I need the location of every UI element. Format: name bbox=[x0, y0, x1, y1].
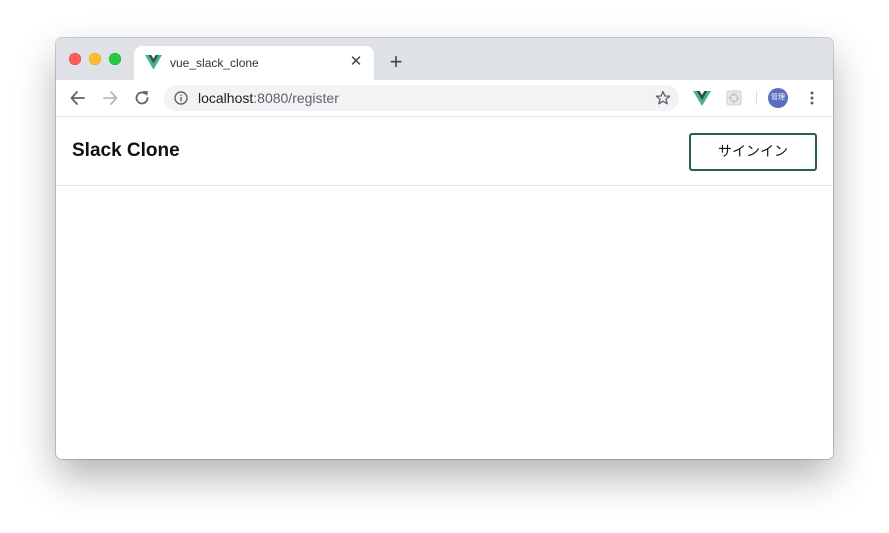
vue-devtools-icon[interactable] bbox=[693, 89, 711, 107]
info-icon[interactable] bbox=[174, 91, 188, 105]
url-text: localhost:8080/register bbox=[198, 90, 339, 106]
tab-title: vue_slack_clone bbox=[170, 56, 259, 70]
url-path: :8080/register bbox=[253, 90, 339, 106]
browser-tab[interactable]: vue_slack_clone ✕ bbox=[134, 46, 374, 80]
back-arrow-icon[interactable] bbox=[68, 88, 88, 108]
zoom-window-button[interactable] bbox=[109, 53, 121, 65]
close-window-button[interactable] bbox=[69, 53, 81, 65]
more-vert-icon[interactable] bbox=[804, 89, 820, 107]
profile-avatar[interactable]: 管理 bbox=[768, 88, 788, 108]
browser-toolbar: localhost:8080/register 管理 bbox=[56, 80, 833, 117]
page-content: Slack Clone サインイン bbox=[56, 117, 833, 459]
app-header: Slack Clone サインイン bbox=[56, 117, 833, 186]
brand-title[interactable]: Slack Clone bbox=[72, 140, 180, 162]
extension-icon[interactable] bbox=[725, 89, 743, 107]
toolbar-divider bbox=[756, 91, 757, 105]
close-tab-icon[interactable]: ✕ bbox=[348, 54, 364, 70]
url-host: localhost bbox=[198, 90, 254, 106]
star-icon[interactable] bbox=[655, 90, 671, 106]
new-tab-icon[interactable]: + bbox=[386, 51, 406, 73]
address-bar[interactable]: localhost:8080/register bbox=[164, 85, 679, 111]
reload-icon[interactable] bbox=[132, 88, 152, 108]
forward-arrow-icon[interactable] bbox=[100, 88, 120, 108]
minimize-window-button[interactable] bbox=[89, 53, 101, 65]
signin-button[interactable]: サインイン bbox=[689, 133, 817, 171]
tab-strip: vue_slack_clone ✕ + bbox=[56, 38, 833, 80]
browser-window: vue_slack_clone ✕ + localhost:8080/regis… bbox=[56, 38, 833, 459]
vue-logo-icon bbox=[145, 55, 162, 70]
